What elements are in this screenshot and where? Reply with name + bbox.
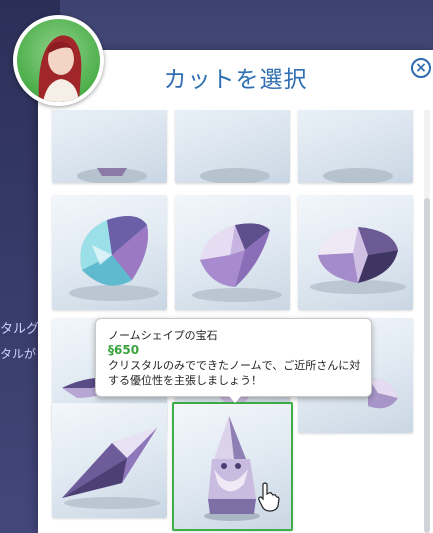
close-button[interactable]: × [411, 58, 431, 78]
round-gem-icon [310, 227, 406, 294]
background-text-2: タルが [0, 347, 37, 361]
gem-cut-icon [200, 168, 270, 183]
sim-portrait [17, 19, 100, 102]
scrollbar-thumb[interactable] [424, 198, 430, 533]
tooltip-description: クリスタルのみでできたノームで、ご近所さんに対する優位性を主張しましょう！ [108, 359, 361, 387]
cut-option-kite[interactable] [52, 403, 167, 518]
tooltip-price: §650 [108, 343, 139, 357]
cut-option-pear[interactable] [175, 195, 290, 310]
cut-option-round[interactable] [298, 195, 413, 310]
teardrop-gem-icon [69, 216, 159, 301]
background-text-1: タルグ [0, 322, 40, 337]
gem-cut-icon [77, 168, 147, 183]
gem-cut-icon [323, 168, 393, 183]
cut-selection-dialog: カットを選択 × [38, 50, 433, 533]
item-tooltip: ノームシェイプの宝石 §650 クリスタルのみでできたノームで、ご近所さんに対す… [95, 318, 372, 403]
pear-gem-icon [192, 223, 282, 302]
cut-option-2[interactable] [175, 110, 290, 183]
cut-option-teardrop[interactable] [52, 195, 167, 310]
cut-option-1[interactable] [52, 110, 167, 183]
tooltip-item-name: ノームシェイプの宝石 [108, 329, 218, 342]
grid-scrollbar[interactable] [424, 110, 430, 533]
close-icon: × [415, 60, 427, 76]
price-value: 650 [114, 343, 140, 357]
sim-avatar [13, 15, 104, 106]
hand-cursor-icon [258, 482, 280, 512]
cut-option-3[interactable] [298, 110, 413, 183]
kite-gem-icon [62, 428, 160, 509]
